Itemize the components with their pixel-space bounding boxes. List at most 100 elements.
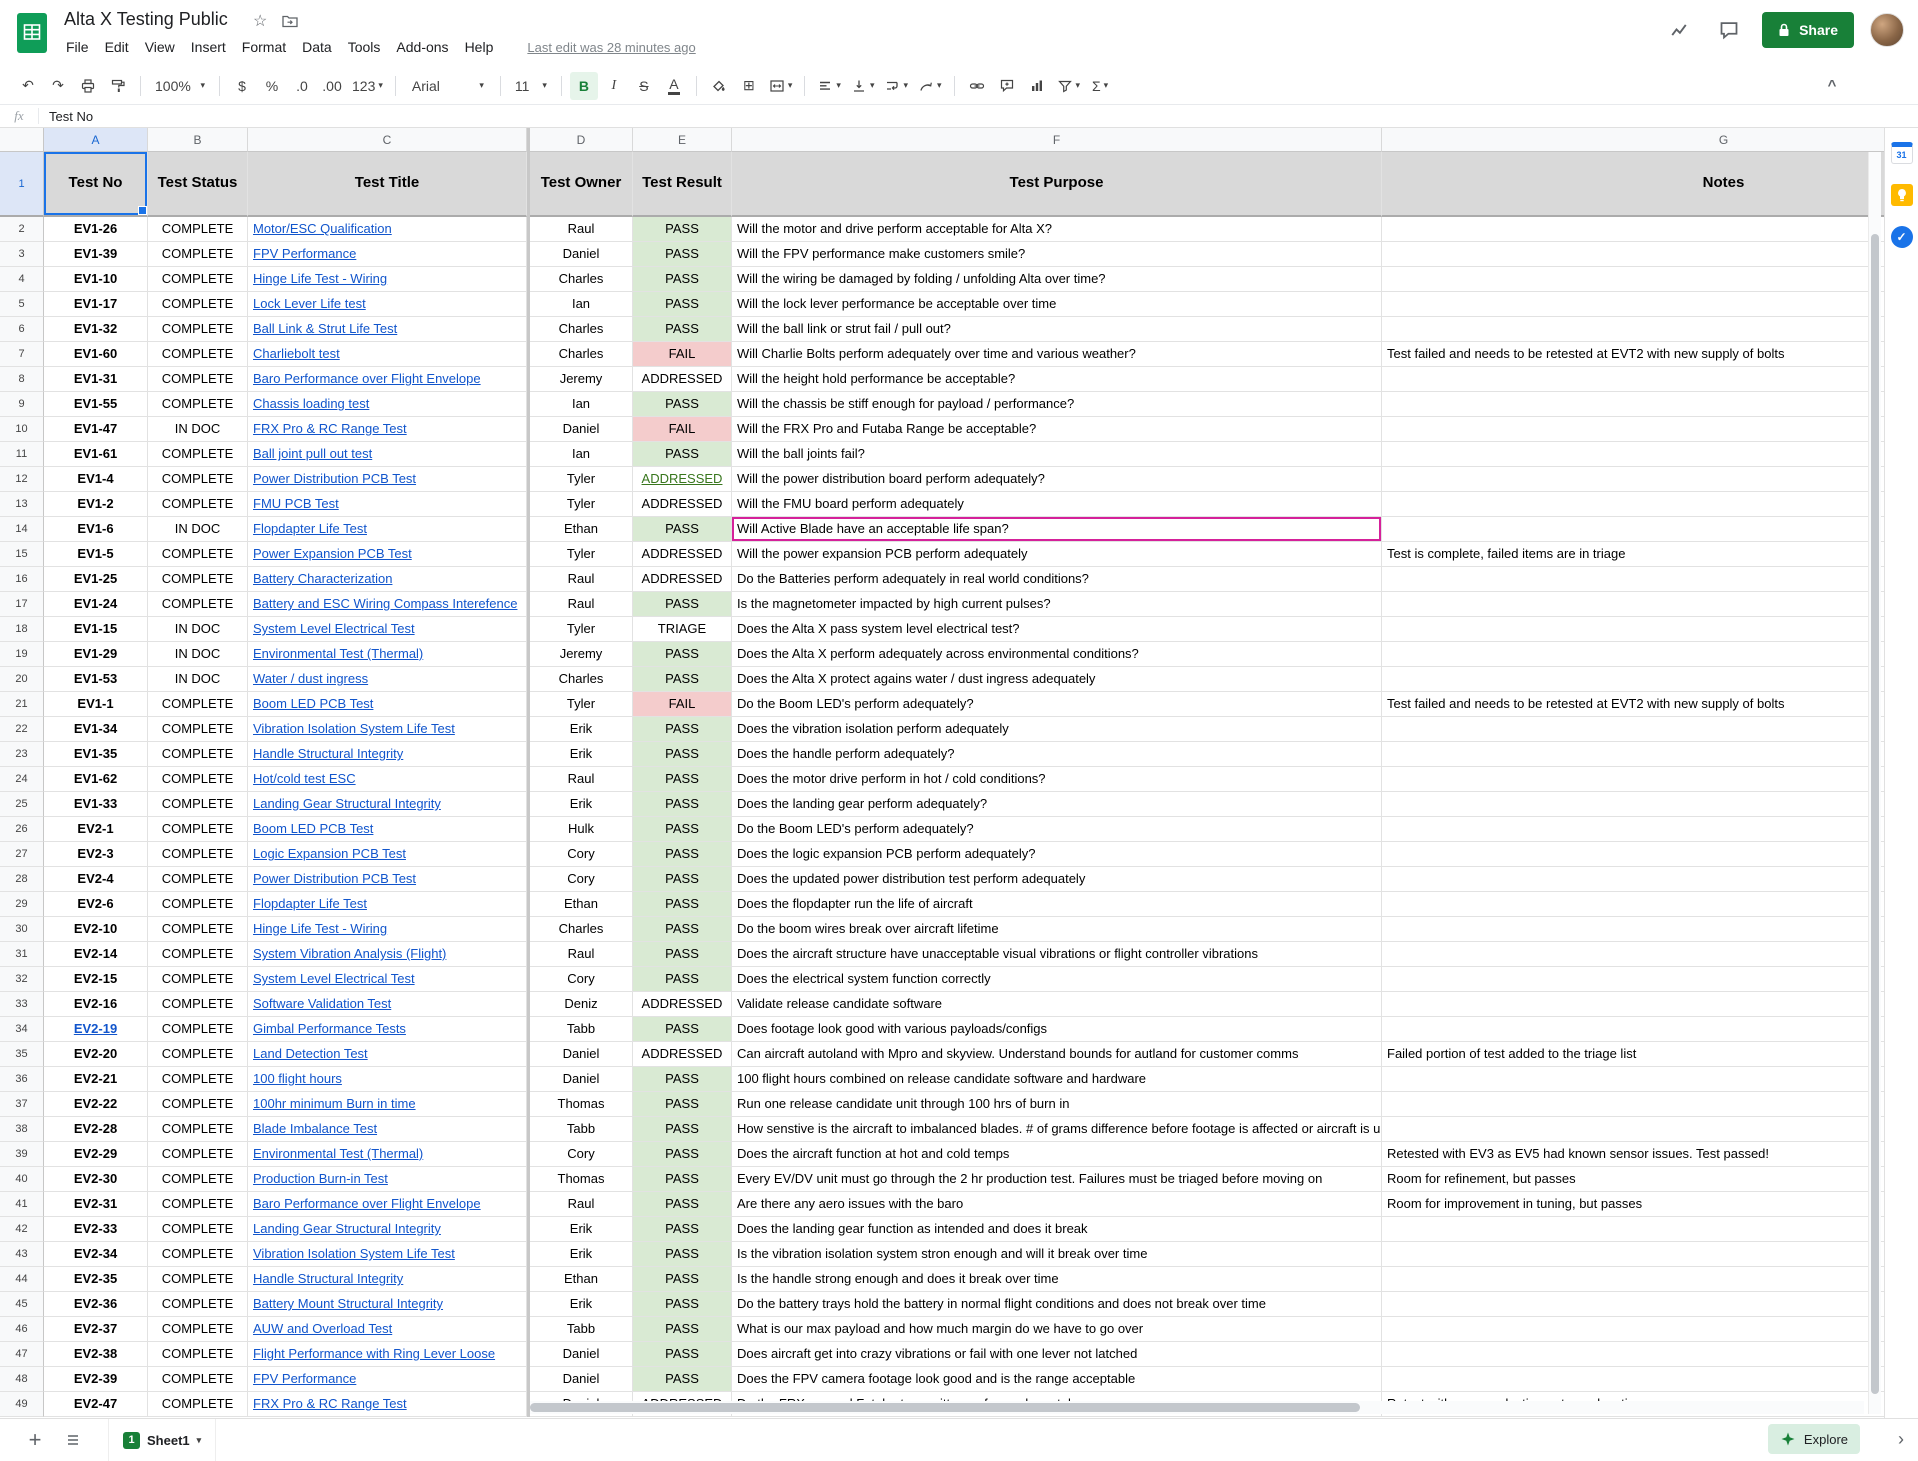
- cell-G4[interactable]: [1382, 267, 1884, 292]
- cell-E24[interactable]: PASS: [633, 767, 732, 792]
- cell-G25[interactable]: [1382, 792, 1884, 817]
- cell-D12[interactable]: Tyler: [530, 467, 633, 492]
- cell-F47[interactable]: Does aircraft get into crazy vibrations …: [732, 1342, 1382, 1367]
- cell-F25[interactable]: Does the landing gear perform adequately…: [732, 792, 1382, 817]
- cell-A35[interactable]: EV2-20: [44, 1042, 148, 1067]
- cell-C14[interactable]: Flopdapter Life Test: [248, 517, 527, 542]
- cell-C6[interactable]: Ball Link & Strut Life Test: [248, 317, 527, 342]
- cell-A36[interactable]: EV2-21: [44, 1067, 148, 1092]
- row-header-37[interactable]: 37: [0, 1092, 44, 1117]
- cell-C12[interactable]: Power Distribution PCB Test: [248, 467, 527, 492]
- cell-A16[interactable]: EV1-25: [44, 567, 148, 592]
- cell-E22[interactable]: PASS: [633, 717, 732, 742]
- cell-F35[interactable]: Can aircraft autoland with Mpro and skyv…: [732, 1042, 1382, 1067]
- row-header-12[interactable]: 12: [0, 467, 44, 492]
- cell-B3[interactable]: COMPLETE: [148, 242, 248, 267]
- cell-F3[interactable]: Will the FPV performance make customers …: [732, 242, 1382, 267]
- row-header-44[interactable]: 44: [0, 1267, 44, 1292]
- cell-A43[interactable]: EV2-34: [44, 1242, 148, 1267]
- cell-F31[interactable]: Does the aircraft structure have unaccep…: [732, 942, 1382, 967]
- cell-D18[interactable]: Tyler: [530, 617, 633, 642]
- cell-E34[interactable]: PASS: [633, 1017, 732, 1042]
- cell-B48[interactable]: COMPLETE: [148, 1367, 248, 1392]
- menu-format[interactable]: Format: [234, 36, 294, 58]
- cell-C48[interactable]: FPV Performance: [248, 1367, 527, 1392]
- row-header-31[interactable]: 31: [0, 942, 44, 967]
- row-header-4[interactable]: 4: [0, 267, 44, 292]
- redo-button[interactable]: ↷: [44, 72, 72, 100]
- cell-G19[interactable]: [1382, 642, 1884, 667]
- cell-F26[interactable]: Do the Boom LED's perform adequately?: [732, 817, 1382, 842]
- cell-G21[interactable]: Test failed and needs to be retested at …: [1382, 692, 1884, 717]
- italic-button[interactable]: I: [600, 72, 628, 100]
- cell-B5[interactable]: COMPLETE: [148, 292, 248, 317]
- cell-F19[interactable]: Does the Alta X perform adequately acros…: [732, 642, 1382, 667]
- cell-E9[interactable]: PASS: [633, 392, 732, 417]
- cell-B47[interactable]: COMPLETE: [148, 1342, 248, 1367]
- cell-G48[interactable]: [1382, 1367, 1884, 1392]
- cell-A33[interactable]: EV2-16: [44, 992, 148, 1017]
- menu-view[interactable]: View: [137, 36, 183, 58]
- cell-F41[interactable]: Are there any aero issues with the baro: [732, 1192, 1382, 1217]
- cell-G36[interactable]: [1382, 1067, 1884, 1092]
- cell-D40[interactable]: Thomas: [530, 1167, 633, 1192]
- cell-B19[interactable]: IN DOC: [148, 642, 248, 667]
- cell-F14[interactable]: Will Active Blade have an acceptable lif…: [732, 517, 1382, 542]
- cell-C35[interactable]: Land Detection Test: [248, 1042, 527, 1067]
- cell-B32[interactable]: COMPLETE: [148, 967, 248, 992]
- cell-A3[interactable]: EV1-39: [44, 242, 148, 267]
- cell-B15[interactable]: COMPLETE: [148, 542, 248, 567]
- vertical-scrollbar-thumb[interactable]: [1871, 234, 1879, 1394]
- row-header-5[interactable]: 5: [0, 292, 44, 317]
- row-header-32[interactable]: 32: [0, 967, 44, 992]
- cell-G22[interactable]: [1382, 717, 1884, 742]
- menu-help[interactable]: Help: [457, 36, 502, 58]
- cell-B35[interactable]: COMPLETE: [148, 1042, 248, 1067]
- row-header-22[interactable]: 22: [0, 717, 44, 742]
- cell-E1[interactable]: Test Result: [633, 152, 732, 217]
- font-select[interactable]: Arial▾: [404, 72, 492, 100]
- cell-C19[interactable]: Environmental Test (Thermal): [248, 642, 527, 667]
- activity-dashboard-icon[interactable]: [1662, 13, 1696, 47]
- cell-F4[interactable]: Will the wiring be damaged by folding / …: [732, 267, 1382, 292]
- comment-history-icon[interactable]: [1712, 13, 1746, 47]
- cell-C47[interactable]: Flight Performance with Ring Lever Loose: [248, 1342, 527, 1367]
- cell-F23[interactable]: Does the handle perform adequately?: [732, 742, 1382, 767]
- cell-F30[interactable]: Do the boom wires break over aircraft li…: [732, 917, 1382, 942]
- cell-A4[interactable]: EV1-10: [44, 267, 148, 292]
- cell-G45[interactable]: [1382, 1292, 1884, 1317]
- menu-insert[interactable]: Insert: [183, 36, 234, 58]
- cell-G43[interactable]: [1382, 1242, 1884, 1267]
- paint-format-button[interactable]: [104, 72, 132, 100]
- cell-G29[interactable]: [1382, 892, 1884, 917]
- cell-F22[interactable]: Does the vibration isolation perform ade…: [732, 717, 1382, 742]
- cell-B26[interactable]: COMPLETE: [148, 817, 248, 842]
- increase-decimals-button[interactable]: .00: [318, 72, 346, 100]
- cell-A7[interactable]: EV1-60: [44, 342, 148, 367]
- cell-B30[interactable]: COMPLETE: [148, 917, 248, 942]
- cell-G39[interactable]: Retested with EV3 as EV5 had known senso…: [1382, 1142, 1884, 1167]
- cell-G30[interactable]: [1382, 917, 1884, 942]
- row-header-33[interactable]: 33: [0, 992, 44, 1017]
- cell-C8[interactable]: Baro Performance over Flight Envelope: [248, 367, 527, 392]
- cell-C32[interactable]: System Level Electrical Test: [248, 967, 527, 992]
- row-header-47[interactable]: 47: [0, 1342, 44, 1367]
- row-header-29[interactable]: 29: [0, 892, 44, 917]
- cell-A15[interactable]: EV1-5: [44, 542, 148, 567]
- last-edit-link[interactable]: Last edit was 28 minutes ago: [527, 40, 695, 55]
- cell-E16[interactable]: ADDRESSED: [633, 567, 732, 592]
- cell-A18[interactable]: EV1-15: [44, 617, 148, 642]
- cell-F28[interactable]: Does the updated power distribution test…: [732, 867, 1382, 892]
- cell-A30[interactable]: EV2-10: [44, 917, 148, 942]
- cell-A27[interactable]: EV2-3: [44, 842, 148, 867]
- cell-F33[interactable]: Validate release candidate software: [732, 992, 1382, 1017]
- cell-D11[interactable]: Ian: [530, 442, 633, 467]
- cell-G35[interactable]: Failed portion of test added to the tria…: [1382, 1042, 1884, 1067]
- cell-E23[interactable]: PASS: [633, 742, 732, 767]
- horizontal-align-button[interactable]: ▾: [813, 72, 845, 100]
- row-header-2[interactable]: 2: [0, 217, 44, 242]
- cell-E31[interactable]: PASS: [633, 942, 732, 967]
- cell-E11[interactable]: PASS: [633, 442, 732, 467]
- cell-C11[interactable]: Ball joint pull out test: [248, 442, 527, 467]
- cell-F7[interactable]: Will Charlie Bolts perform adequately ov…: [732, 342, 1382, 367]
